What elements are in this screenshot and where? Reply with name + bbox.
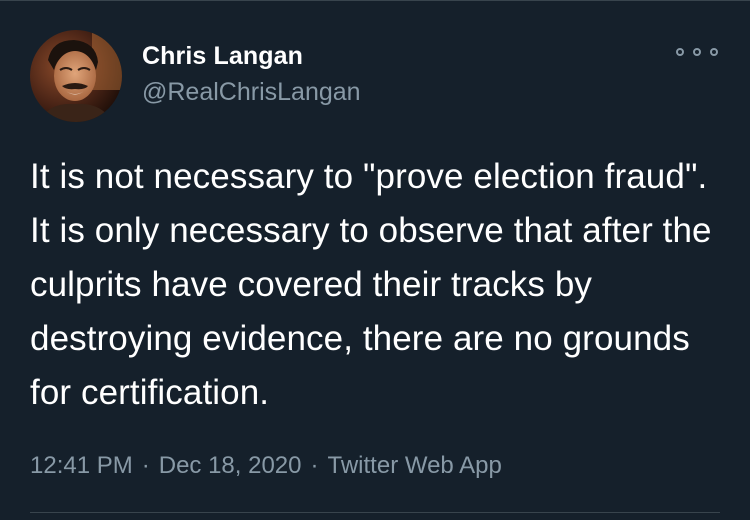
top-divider <box>0 0 750 1</box>
bottom-divider <box>30 512 720 513</box>
author-handle[interactable]: @RealChrisLangan <box>142 78 361 107</box>
avatar[interactable] <box>30 30 122 122</box>
more-dot <box>676 48 684 56</box>
more-dot <box>693 48 701 56</box>
more-options-icon[interactable] <box>676 40 718 64</box>
meta-separator: · <box>141 452 150 479</box>
more-dot <box>710 48 718 56</box>
tweet-source[interactable]: Twitter Web App <box>328 452 502 480</box>
meta-separator: · <box>310 452 319 479</box>
tweet-meta: 12:41 PM · Dec 18, 2020 · Twitter Web Ap… <box>30 452 502 480</box>
tweet-card: Chris Langan @RealChrisLangan It is not … <box>0 0 750 520</box>
tweet-date[interactable]: Dec 18, 2020 <box>159 452 302 480</box>
avatar-image <box>30 30 122 122</box>
tweet-text: It is not necessary to "prove election f… <box>30 157 712 412</box>
author-name[interactable]: Chris Langan <box>142 42 303 71</box>
tweet-time[interactable]: 12:41 PM <box>30 452 133 480</box>
